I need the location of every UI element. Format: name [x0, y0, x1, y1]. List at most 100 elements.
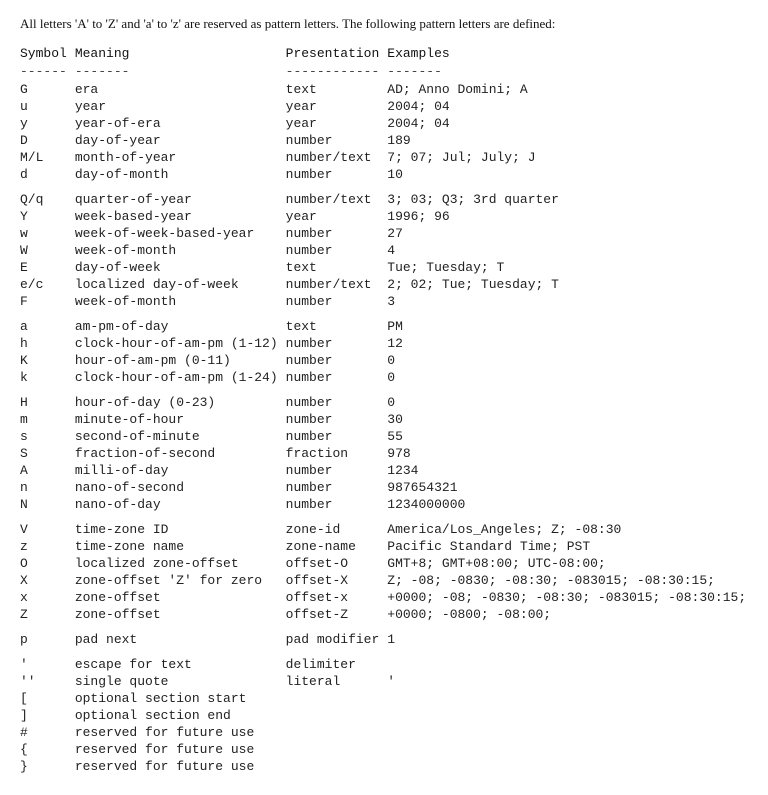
cell-meaning: nano-of-day	[75, 496, 286, 513]
cell-symbol: W	[20, 242, 75, 259]
table-row: Sfraction-of-secondfraction978	[20, 445, 754, 462]
table-body: GeratextAD; Anno Domini; Auyearyear2004;…	[20, 81, 754, 775]
cell-symbol: X	[20, 572, 75, 589]
table-row	[20, 310, 754, 318]
cell-presentation: number	[286, 166, 388, 183]
cell-presentation	[286, 758, 388, 775]
table-row: {reserved for future use	[20, 741, 754, 758]
cell-meaning: fraction-of-second	[75, 445, 286, 462]
cell-presentation: offset-O	[286, 555, 388, 572]
cell-symbol: y	[20, 115, 75, 132]
cell-examples: Z; -08; -0830; -08:30; -083015; -08:30:1…	[387, 572, 754, 589]
cell-presentation: offset-x	[286, 589, 388, 606]
table-row: GeratextAD; Anno Domini; A	[20, 81, 754, 98]
cell-examples	[387, 758, 754, 775]
cell-presentation: text	[286, 259, 388, 276]
cell-meaning: week-of-week-based-year	[75, 225, 286, 242]
cell-examples	[387, 724, 754, 741]
table-row: Xzone-offset 'Z' for zerooffset-XZ; -08;…	[20, 572, 754, 589]
cell-presentation: number	[286, 394, 388, 411]
cell-examples	[387, 690, 754, 707]
table-header-row: Symbol Meaning Presentation Examples	[20, 46, 754, 63]
cell-symbol: e/c	[20, 276, 75, 293]
table-row: uyearyear2004; 04	[20, 98, 754, 115]
cell-examples: '	[387, 673, 754, 690]
cell-presentation	[286, 690, 388, 707]
cell-presentation: pad modifier	[286, 631, 388, 648]
cell-examples	[387, 707, 754, 724]
table-row: ssecond-of-minutenumber55	[20, 428, 754, 445]
cell-symbol: }	[20, 758, 75, 775]
table-row: [optional section start	[20, 690, 754, 707]
cell-symbol: V	[20, 521, 75, 538]
cell-presentation: text	[286, 318, 388, 335]
cell-symbol: s	[20, 428, 75, 445]
cell-symbol: A	[20, 462, 75, 479]
cell-symbol: '	[20, 656, 75, 673]
cell-symbol: x	[20, 589, 75, 606]
cell-meaning: year-of-era	[75, 115, 286, 132]
cell-meaning: second-of-minute	[75, 428, 286, 445]
table-row: dday-of-monthnumber10	[20, 166, 754, 183]
cell-presentation: offset-X	[286, 572, 388, 589]
table-row: Olocalized zone-offsetoffset-OGMT+8; GMT…	[20, 555, 754, 572]
cell-presentation: text	[286, 81, 388, 98]
table-row: xzone-offsetoffset-x+0000; -08; -0830; -…	[20, 589, 754, 606]
table-row: Nnano-of-daynumber1234000000	[20, 496, 754, 513]
cell-presentation	[286, 724, 388, 741]
cell-symbol: h	[20, 335, 75, 352]
cell-symbol: n	[20, 479, 75, 496]
divider-symbol: ------	[20, 63, 75, 81]
cell-examples: 3; 03; Q3; 3rd quarter	[387, 191, 754, 208]
table-row: yyear-of-erayear2004; 04	[20, 115, 754, 132]
cell-examples: PM	[387, 318, 754, 335]
cell-symbol: #	[20, 724, 75, 741]
divider-presentation: ------------	[286, 63, 388, 81]
header-meaning: Meaning	[75, 46, 286, 63]
table-row: M/Lmonth-of-yearnumber/text7; 07; Jul; J…	[20, 149, 754, 166]
cell-meaning: clock-hour-of-am-pm (1-24)	[75, 369, 286, 386]
cell-examples: 0	[387, 352, 754, 369]
cell-symbol: G	[20, 81, 75, 98]
cell-examples: 1	[387, 631, 754, 648]
cell-symbol: Z	[20, 606, 75, 623]
cell-examples: 0	[387, 394, 754, 411]
cell-symbol: m	[20, 411, 75, 428]
cell-presentation: number/text	[286, 149, 388, 166]
cell-meaning: nano-of-second	[75, 479, 286, 496]
cell-meaning: day-of-week	[75, 259, 286, 276]
table-row: ppad nextpad modifier1	[20, 631, 754, 648]
table-row: 'escape for textdelimiter	[20, 656, 754, 673]
table-row: mminute-of-hournumber30	[20, 411, 754, 428]
cell-presentation: number	[286, 132, 388, 149]
cell-examples: 189	[387, 132, 754, 149]
cell-symbol: H	[20, 394, 75, 411]
table-row	[20, 513, 754, 521]
cell-examples: +0000; -0800; -08:00;	[387, 606, 754, 623]
cell-symbol: d	[20, 166, 75, 183]
table-row: Yweek-based-yearyear1996; 96	[20, 208, 754, 225]
table-row: Q/qquarter-of-yearnumber/text3; 03; Q3; …	[20, 191, 754, 208]
table-row: kclock-hour-of-am-pm (1-24)number0	[20, 369, 754, 386]
cell-meaning: zone-offset	[75, 589, 286, 606]
table-row: ]optional section end	[20, 707, 754, 724]
header-examples: Examples	[387, 46, 754, 63]
cell-examples: 2004; 04	[387, 98, 754, 115]
cell-meaning: minute-of-hour	[75, 411, 286, 428]
table-row: e/clocalized day-of-weeknumber/text2; 02…	[20, 276, 754, 293]
table-row: Fweek-of-monthnumber3	[20, 293, 754, 310]
cell-presentation: year	[286, 115, 388, 132]
cell-examples: Pacific Standard Time; PST	[387, 538, 754, 555]
table-row: Eday-of-weektextTue; Tuesday; T	[20, 259, 754, 276]
cell-presentation: offset-Z	[286, 606, 388, 623]
table-row: Zzone-offsetoffset-Z+0000; -0800; -08:00…	[20, 606, 754, 623]
cell-meaning: escape for text	[75, 656, 286, 673]
cell-examples: GMT+8; GMT+08:00; UTC-08:00;	[387, 555, 754, 572]
cell-examples: 7; 07; Jul; July; J	[387, 149, 754, 166]
divider-examples: -------	[387, 63, 754, 81]
table-row: wweek-of-week-based-yearnumber27	[20, 225, 754, 242]
cell-presentation: number	[286, 225, 388, 242]
cell-symbol: S	[20, 445, 75, 462]
cell-meaning: time-zone ID	[75, 521, 286, 538]
cell-symbol: Q/q	[20, 191, 75, 208]
